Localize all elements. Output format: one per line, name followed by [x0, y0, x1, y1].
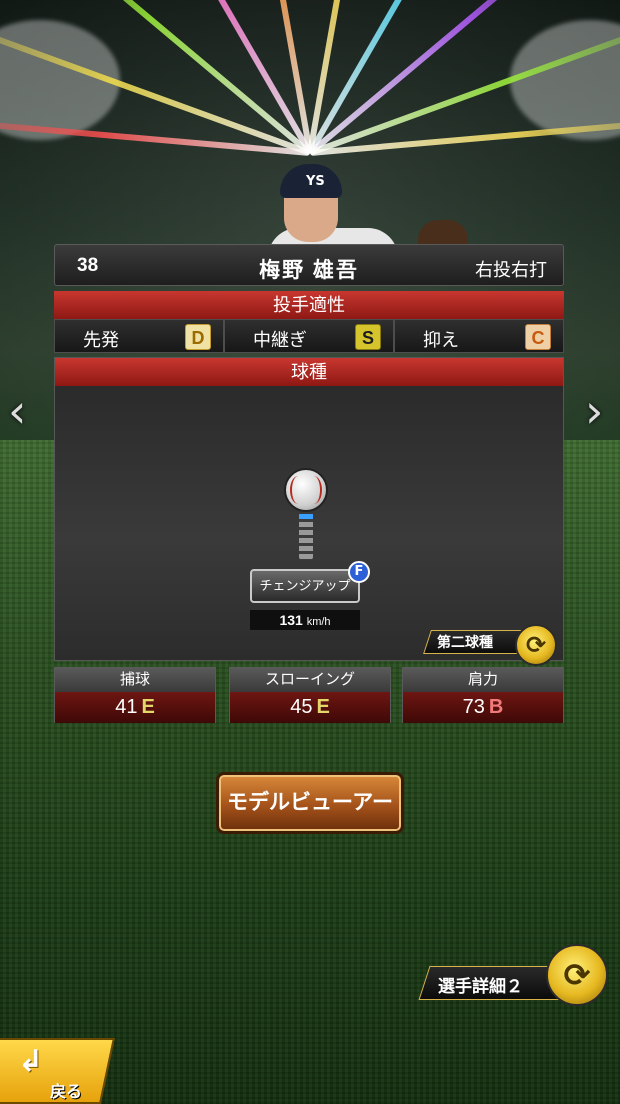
cycle-icon: ⟳: [515, 624, 557, 666]
back-label: 戻る: [50, 1084, 83, 1101]
pitch-name-button[interactable]: チェンジアップ: [250, 569, 360, 603]
aptitude-label: 中継ぎ: [253, 330, 307, 350]
detail-label: 選手詳細２: [438, 977, 523, 996]
stat-label: 捕球: [55, 668, 215, 692]
stat-value: 73: [462, 696, 485, 718]
stat-value: 45: [290, 696, 313, 718]
aptitude-label: 抑え: [423, 330, 459, 350]
stat-label: スローイング: [230, 668, 390, 692]
break-gauge: [299, 514, 313, 560]
second-pitch-button[interactable]: 第二球種 ⟳: [423, 624, 563, 666]
stat-grade: E: [316, 696, 330, 718]
aptitude-closer: 抑え C: [394, 319, 564, 353]
second-pitch-label: 第二球種: [437, 634, 493, 650]
pitch-badge: F: [348, 561, 370, 583]
speed-value: 131: [279, 612, 303, 628]
stat-fielding: 捕球 41 E: [54, 667, 216, 723]
next-arrow-icon[interactable]: ›: [585, 384, 603, 438]
aptitude-label: 先発: [83, 330, 119, 350]
stat-label: 肩力: [403, 668, 563, 692]
aptitude-row: 先発 D 中継ぎ S 抑え C: [54, 319, 564, 353]
baseball-icon: [284, 468, 328, 512]
stat-value: 41: [115, 696, 138, 718]
aptitude-starter: 先発 D: [54, 319, 224, 353]
cycle-icon: ⟳: [546, 944, 608, 1006]
aptitude-reliever: 中継ぎ S: [224, 319, 394, 353]
back-button[interactable]: ↲ 戻る: [0, 1038, 116, 1104]
aptitude-grade: C: [525, 324, 551, 350]
player-header: 38 梅野 雄吾 右投右打: [54, 244, 564, 286]
cap-logo: YS: [306, 174, 325, 189]
stat-grade: B: [488, 696, 504, 718]
player-portrait: YS: [268, 158, 398, 258]
back-arrow-icon: ↲: [18, 1044, 44, 1079]
player-detail-2-button[interactable]: 選手詳細２ ⟳: [418, 944, 614, 1006]
aptitude-title: 投手適性: [54, 291, 564, 319]
aptitude-grade: D: [185, 324, 211, 350]
model-viewer-button[interactable]: モデルビューアー: [216, 772, 404, 834]
pitch-title: 球種: [55, 358, 563, 386]
stat-arm: 肩力 73 B: [402, 667, 564, 723]
aptitude-grade: S: [355, 324, 381, 350]
stat-throwing: スローイング 45 E: [229, 667, 391, 723]
pitch-speed: 131 km/h: [250, 610, 360, 630]
prev-arrow-icon[interactable]: ‹: [8, 384, 26, 438]
player-handedness: 右投右打: [475, 260, 547, 280]
pitch-panel: 球種 チェンジアップ F 131 km/h 第二球種 ⟳: [54, 357, 564, 666]
stat-grade: E: [141, 696, 155, 718]
speed-unit: km/h: [306, 616, 331, 628]
